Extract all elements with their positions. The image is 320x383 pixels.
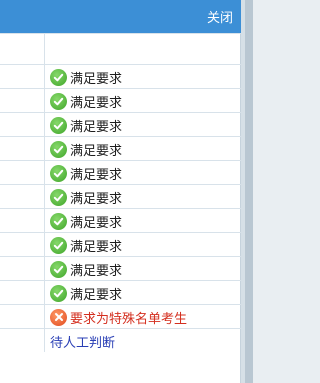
result-text: 满足要求 bbox=[70, 215, 123, 231]
result-text: 满足要求 bbox=[70, 71, 123, 87]
result-status: 满足要求 bbox=[50, 283, 122, 303]
check-circle-icon bbox=[50, 92, 67, 110]
result-status: 满足要求 bbox=[50, 235, 122, 255]
table-row: 满足要求 bbox=[0, 256, 241, 280]
table-row: 满足要求 bbox=[0, 136, 241, 160]
result-status: 满足要求 bbox=[50, 139, 122, 159]
dialog-window: 关闭 满足要求 满足要求 满足要求 满足要求 满足要求 满足要求 满足要求 满足要求 满足要求满… bbox=[0, 0, 253, 383]
result-text: 满足要求 bbox=[70, 191, 123, 207]
result-status: 满足要求 bbox=[50, 115, 122, 135]
check-circle-icon bbox=[50, 236, 67, 254]
table-row: 待人工判断 bbox=[0, 328, 241, 352]
result-status: 满足要求 bbox=[50, 259, 122, 279]
table-row: 要求为特殊名单考生 bbox=[0, 304, 241, 328]
table-row: 满足要求 bbox=[0, 64, 241, 88]
table-row: 满足要求 bbox=[0, 112, 241, 136]
table-row: 满足要求 bbox=[0, 232, 241, 256]
result-status: 待人工判断 bbox=[50, 331, 115, 351]
check-circle-icon bbox=[50, 140, 67, 158]
result-status: 要求为特殊名单考生 bbox=[50, 307, 187, 327]
right-panel-edge bbox=[241, 0, 253, 383]
result-status: 满足要求 bbox=[50, 211, 122, 231]
result-status: 满足要求 bbox=[50, 163, 122, 183]
result-text: 满足要求 bbox=[70, 239, 123, 255]
table-row: 满足要求 bbox=[0, 88, 241, 112]
table-header-row bbox=[0, 33, 241, 64]
results-table: 满足要求 满足要求 满足要求 满足要求 满足要求 满足要求 满足要求 满足要求 满足要求 满足要求… bbox=[0, 33, 241, 383]
check-circle-icon bbox=[50, 260, 67, 278]
table-row: 满足要求 bbox=[0, 208, 241, 232]
check-circle-icon bbox=[50, 164, 67, 182]
result-text: 要求为特殊名单考生 bbox=[70, 311, 188, 327]
result-text: 满足要求 bbox=[70, 95, 123, 111]
close-button[interactable]: 关闭 bbox=[207, 7, 233, 26]
check-circle-icon bbox=[50, 188, 67, 206]
result-text: 满足要求 bbox=[70, 119, 123, 135]
result-text: 满足要求 bbox=[70, 143, 123, 159]
check-circle-icon bbox=[50, 116, 67, 134]
result-text: 满足要求 bbox=[70, 287, 123, 303]
result-status: 满足要求 bbox=[50, 187, 122, 207]
result-text: 满足要求 bbox=[70, 263, 123, 279]
result-text: 满足要求 bbox=[70, 167, 123, 183]
table-row: 满足要求 bbox=[0, 280, 241, 304]
check-circle-icon bbox=[50, 284, 67, 302]
table-row: 满足要求 bbox=[0, 184, 241, 208]
result-text[interactable]: 待人工判断 bbox=[50, 332, 115, 351]
table-row: 满足要求 bbox=[0, 160, 241, 184]
result-status: 满足要求 bbox=[50, 91, 122, 111]
result-status: 满足要求 bbox=[50, 67, 122, 87]
check-circle-icon bbox=[50, 68, 67, 86]
dialog-titlebar: 关闭 bbox=[0, 0, 241, 33]
check-circle-icon bbox=[50, 212, 67, 230]
x-circle-icon bbox=[50, 308, 67, 326]
